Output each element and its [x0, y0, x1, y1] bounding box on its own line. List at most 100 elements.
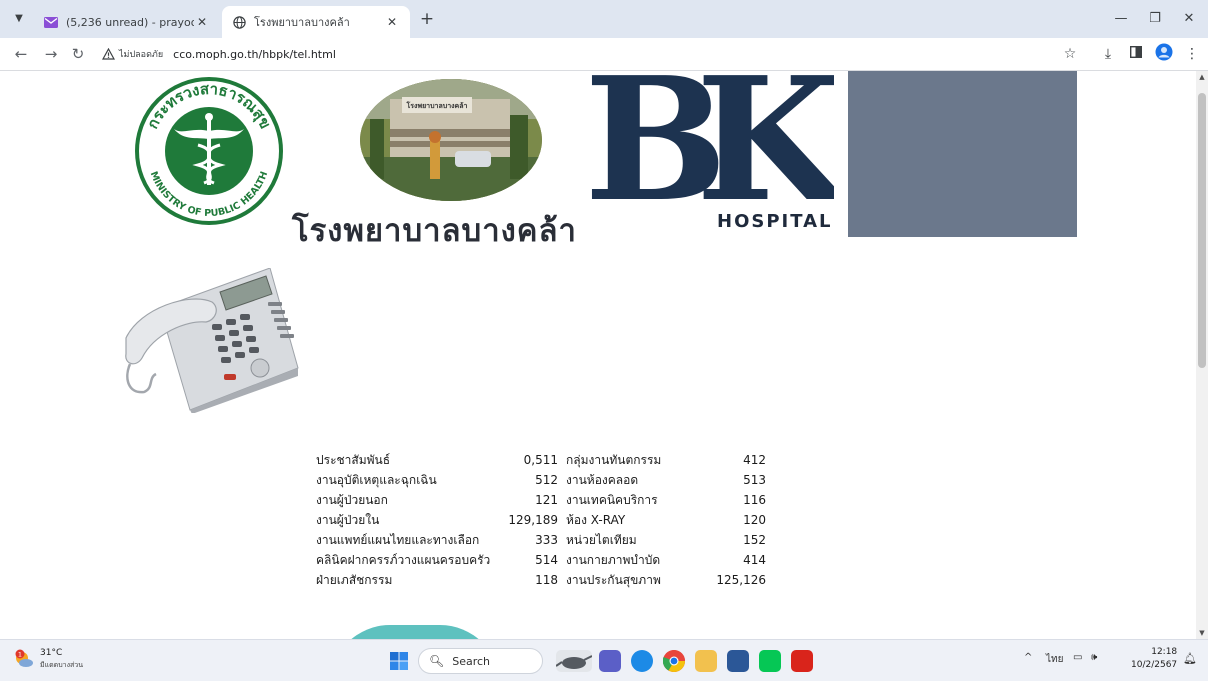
clock-date: 10/2/2567	[1131, 660, 1178, 670]
tab-hospital[interactable]: โรงพยาบาลบางคล้า ✕	[222, 6, 410, 38]
side-panel-icon[interactable]	[1125, 43, 1147, 65]
photo-sign-text: โรงพยาบาลบางคล้า	[406, 101, 468, 110]
extension-number: 120	[743, 513, 766, 527]
department-name: หน่วยไตเทียม	[566, 532, 637, 547]
weather-badge: 1	[18, 651, 22, 659]
department-name: งานเทคนิคบริการ	[566, 492, 658, 507]
tab-search-chevron-icon[interactable]: ▼	[8, 8, 30, 30]
scroll-up-arrow-icon[interactable]: ▲	[1196, 71, 1208, 83]
weather-condition: มีแดดบางส่วน	[40, 661, 83, 669]
extension-number: 118	[535, 573, 558, 587]
taskbar-search-box[interactable]: 🔍︎ Search	[418, 648, 543, 674]
department-name: กลุ่มงานทันตกรรม	[566, 452, 662, 467]
department-name: ประชาสัมพันธ์	[316, 452, 391, 467]
back-arrow-icon[interactable]: ←	[10, 43, 32, 65]
department-name: คลินิคฝากครรภ์วางแผนครอบครัว	[316, 552, 491, 567]
directory-row: งานผู้ป่วยนอก 121 งานเทคนิคบริการ 116	[316, 490, 766, 510]
windows-start-icon[interactable]	[390, 652, 408, 670]
bk-logo: BK	[584, 71, 834, 206]
clock-time: 12:18	[1151, 647, 1178, 657]
scrollbar-thumb[interactable]	[1198, 93, 1206, 368]
search-icon: 🔍︎	[429, 654, 445, 668]
input-language-indicator[interactable]: ไทย	[1046, 652, 1063, 667]
camera-app-icon[interactable]	[727, 650, 749, 672]
tab-close-icon[interactable]: ✕	[384, 15, 400, 29]
scroll-down-arrow-icon[interactable]: ▼	[1196, 627, 1208, 639]
directory-row: คลินิคฝากครรภ์วางแผนครอบครัว 514 งานกายภาพ…	[316, 550, 766, 570]
line-app-icon[interactable]	[759, 650, 781, 672]
chrome-browser-icon[interactable]	[662, 650, 685, 672]
department-name: ห้อง X-RAY	[566, 512, 626, 527]
extension-number: 512	[535, 473, 558, 487]
tab-gmail[interactable]: (5,236 unread) - prayoonpar@ ✕	[34, 6, 220, 38]
edge-browser-icon[interactable]	[631, 650, 653, 672]
reload-icon[interactable]: ↻	[67, 43, 89, 65]
tab-title: (5,236 unread) - prayoonpar@	[66, 15, 194, 29]
system-clock[interactable]: 12:18 10/2/2567	[1131, 646, 1177, 672]
weather-widget[interactable]: 1 31°C มีแดดบางส่วน	[14, 647, 83, 671]
bookmark-star-icon[interactable]: ☆	[1059, 43, 1081, 65]
hospital-word: HOSPITAL	[717, 211, 833, 232]
department-name: งานกายภาพบำบัด	[566, 552, 661, 567]
department-name: งานผู้ป่วยใน	[316, 512, 380, 527]
directory-row: ประชาสัมพันธ์ 0,511 กลุ่มงานทันตกรรม 412	[316, 450, 766, 470]
hospital-building-photo: โรงพยาบาลบางคล้า	[360, 79, 542, 201]
weather-sun-cloud-icon: 1	[15, 649, 33, 667]
restore-icon[interactable]: ❐	[1140, 8, 1170, 30]
more-menu-icon[interactable]: ⋮	[1181, 43, 1203, 65]
weather-temperature: 31°C	[40, 648, 63, 658]
volume-icon[interactable]: 🕪︎	[1091, 652, 1097, 663]
directory-row: งานผู้ป่วยใน 129,189 ห้อง X-RAY 120	[316, 510, 766, 530]
tray-chevron-icon[interactable]: ^	[1024, 652, 1032, 663]
tab-title: โรงพยาบาลบางคล้า	[254, 16, 350, 29]
tab-strip: ▼ (5,236 unread) - prayoonpar@ ✕ โรงพยาบ…	[0, 0, 1208, 38]
not-secure-label: ไม่ปลอดภัย	[119, 50, 164, 60]
hospital-banner: กระทรวงสาธารณสุข MINISTRY OF PUBLIC HEAL…	[124, 71, 1077, 249]
warning-triangle-icon	[102, 48, 115, 60]
department-name: งานแพทย์แผนไทยและทางเลือก	[316, 532, 480, 547]
browser-toolbar: ← → ↻ ไม่ปลอดภัย cco.moph.go.th/hbpk/tel…	[0, 38, 1208, 71]
extension-number: 125,126	[716, 573, 766, 587]
teams-meet-icon[interactable]	[599, 650, 621, 672]
department-name: งานห้องคลอด	[566, 472, 639, 487]
tab-close-icon[interactable]: ✕	[194, 15, 210, 29]
mail-icon	[44, 15, 58, 29]
hospital-name-thai: โรงพยาบาลบางคล้า	[292, 213, 577, 249]
extension-number: 414	[743, 553, 766, 567]
directory-row: งานแพทย์แผนไทยและทางเลือก 333 หน่วยไตเทียม…	[316, 530, 766, 550]
extension-number: 412	[743, 453, 766, 467]
page-viewport: กระทรวงสาธารณสุข MINISTRY OF PUBLIC HEAL…	[0, 71, 1196, 639]
download-icon[interactable]: ⤓	[1097, 43, 1119, 65]
extension-number: 152	[743, 533, 766, 547]
minimize-icon[interactable]: —	[1106, 8, 1136, 30]
file-explorer-icon[interactable]	[695, 650, 717, 672]
globe-icon	[232, 15, 246, 29]
extension-number: 333	[535, 533, 558, 547]
telephone-image	[125, 268, 299, 413]
department-name: งานประกันสุขภาพ	[566, 572, 661, 587]
forward-arrow-icon[interactable]: →	[40, 43, 62, 65]
page-scrollbar[interactable]: ▲ ▼	[1196, 71, 1208, 639]
anteater-widget-icon[interactable]	[555, 650, 593, 672]
address-bar[interactable]: ไม่ปลอดภัย cco.moph.go.th/hbpk/tel.html	[96, 41, 1086, 67]
profile-avatar-icon[interactable]	[1153, 43, 1175, 65]
network-icon[interactable]: ▭	[1073, 652, 1082, 663]
url-text: cco.moph.go.th/hbpk/tel.html	[173, 47, 336, 61]
extension-number: 121	[535, 493, 558, 507]
bk-letters: BK	[584, 71, 834, 206]
search-label: Search	[452, 654, 491, 668]
ministry-of-public-health-seal: กระทรวงสาธารณสุข MINISTRY OF PUBLIC HEAL…	[135, 77, 283, 225]
department-name: งานอุบัติเหตุและฉุกเฉิน	[316, 472, 437, 487]
directory-row: งานอุบัติเหตุและฉุกเฉิน 512 งานห้องคลอด 513	[316, 470, 766, 490]
new-tab-plus-icon[interactable]: +	[416, 9, 438, 31]
redacted-block	[848, 71, 1077, 237]
phone-directory-table: ประชาสัมพันธ์ 0,511 กลุ่มงานทันตกรรม 412 งาน…	[316, 450, 766, 590]
windows-taskbar: 1 31°C มีแดดบางส่วน 🔍︎ Search ^ ไทย ▭ 🕪︎…	[0, 639, 1208, 681]
notification-bell-icon[interactable]: 🔔︎	[1183, 652, 1197, 665]
not-secure-indicator[interactable]: ไม่ปลอดภัย	[102, 47, 163, 61]
extension-number: 116	[743, 493, 766, 507]
directory-row: ฝ่ายเภสัชกรรม 118 งานประกันสุขภาพ 125,126	[316, 570, 766, 590]
teal-decoration	[330, 625, 500, 639]
acrobat-pdf-icon[interactable]	[791, 650, 813, 672]
close-window-icon[interactable]: ✕	[1174, 8, 1204, 30]
